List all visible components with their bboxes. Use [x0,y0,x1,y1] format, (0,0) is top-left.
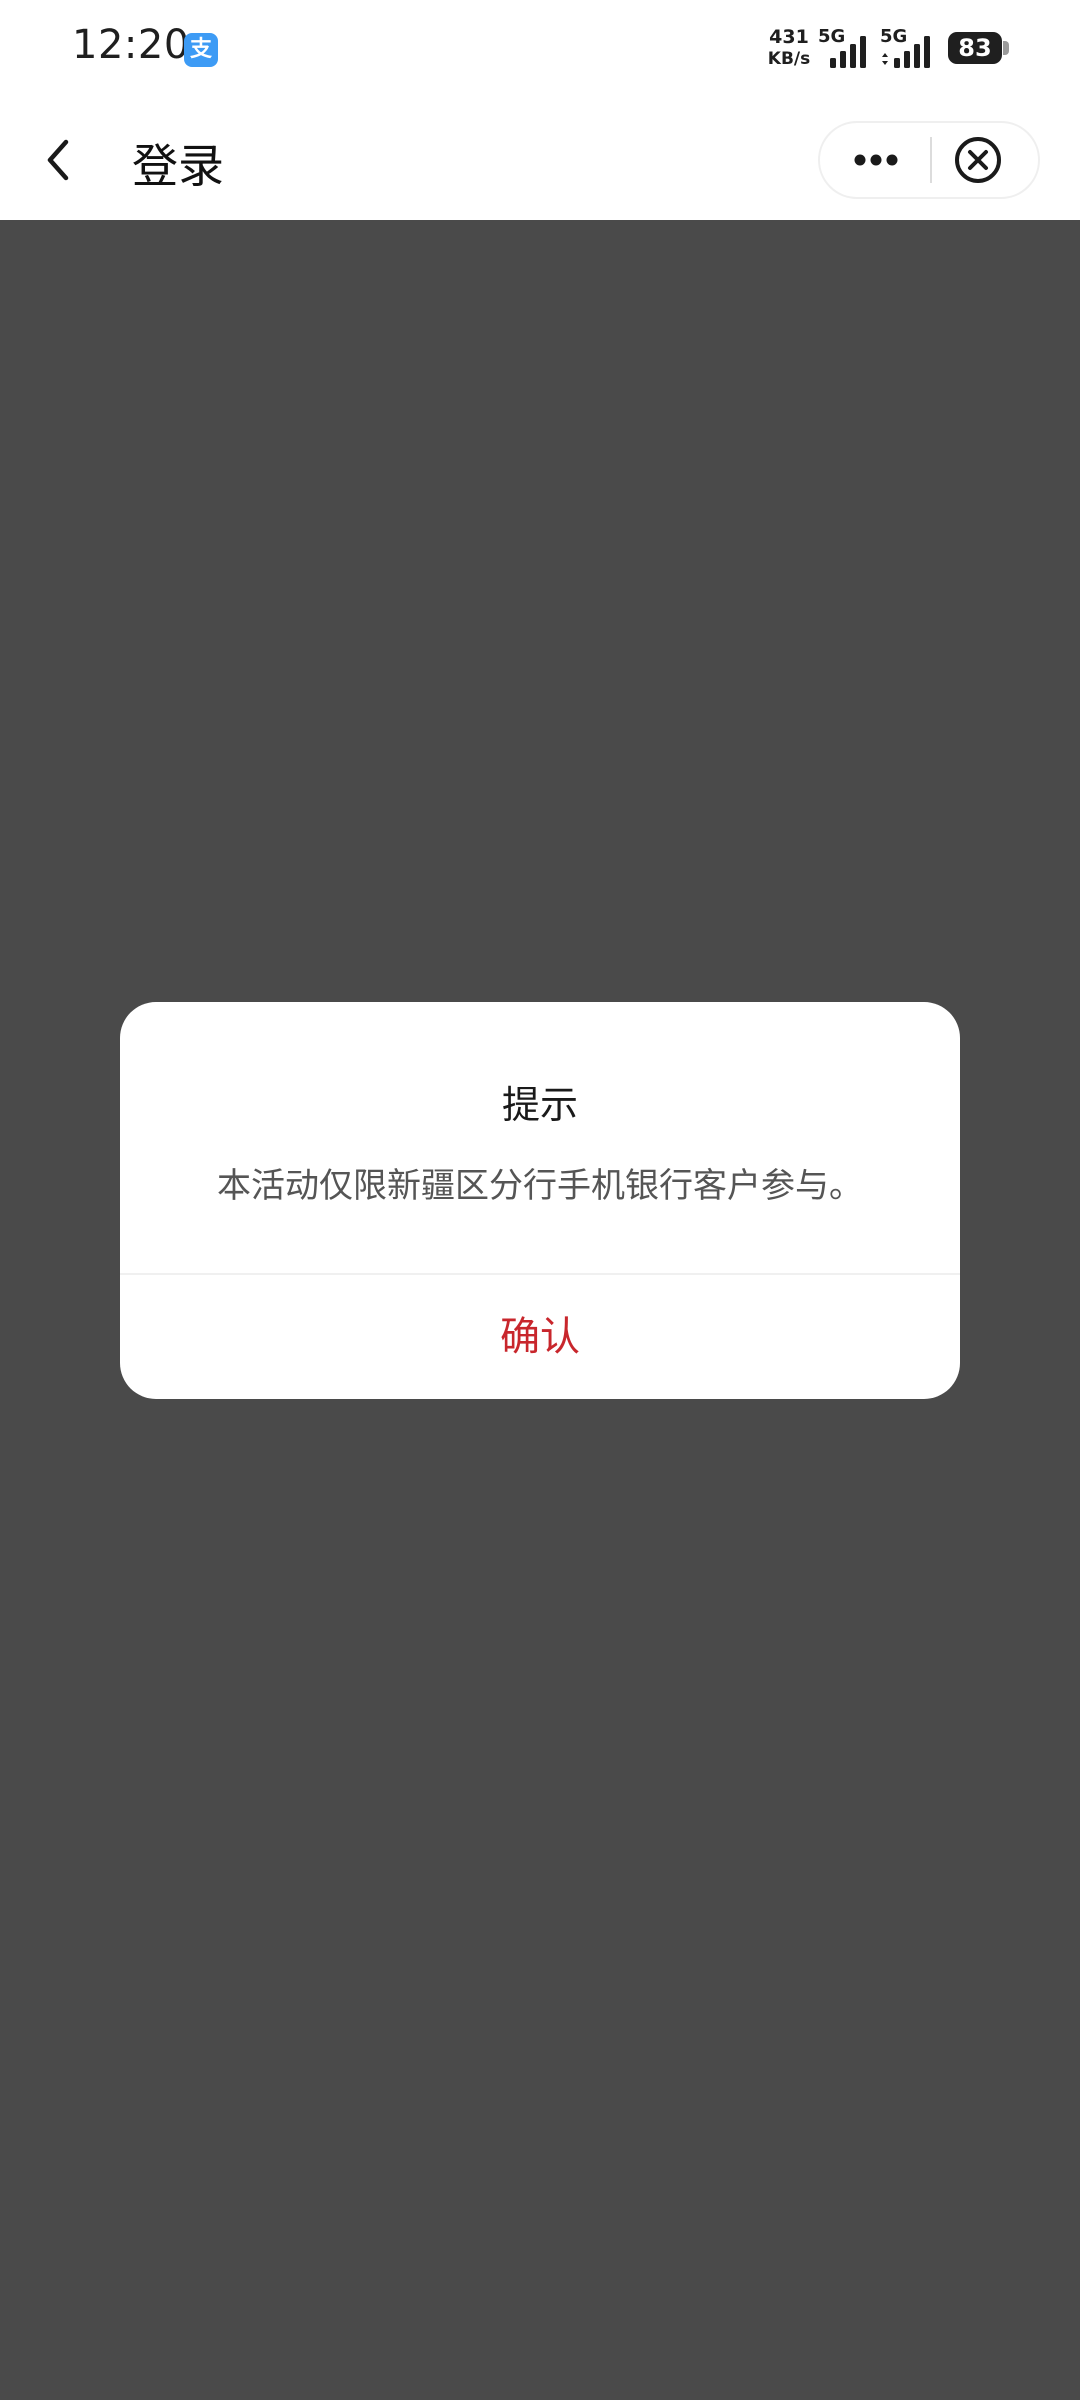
confirm-button[interactable]: 确认 [120,1275,960,1399]
screen: 12:20 支 431 KB/s 5G 5G 83 登录 提示 本活动仅限新疆区… [0,0,1080,2400]
nav-bar: 登录 [0,100,1080,220]
status-bar: 12:20 支 431 KB/s 5G 5G 83 [0,0,1080,100]
network-speed-value: 431 [769,26,809,48]
status-time: 12:20 [72,22,190,68]
battery-indicator: 83 [948,32,1002,64]
alert-dialog: 提示 本活动仅限新疆区分行手机银行客户参与。 确认 [120,1002,960,1399]
back-button[interactable] [30,128,94,192]
network-speed-unit: KB/s [767,49,811,69]
mini-program-capsule [818,121,1040,199]
page-title: 登录 [132,139,224,193]
signal-1: 5G [818,26,874,68]
more-button[interactable] [820,123,930,197]
more-dots-icon [854,154,898,166]
dialog-message: 本活动仅限新疆区分行手机银行客户参与。 [217,1166,863,1206]
dialog-title: 提示 [501,1083,578,1127]
signal-2: 5G [880,26,940,68]
chevron-left-icon [47,139,69,181]
battery-tip [1003,41,1009,55]
close-circle-icon [955,137,1001,183]
signal-bars-2-icon [882,36,930,68]
alipay-notification-icon: 支 [184,33,218,67]
network-speed: 431 KB/s [764,26,814,70]
close-button[interactable] [932,123,1038,197]
signal-bars-1-icon [830,36,866,68]
